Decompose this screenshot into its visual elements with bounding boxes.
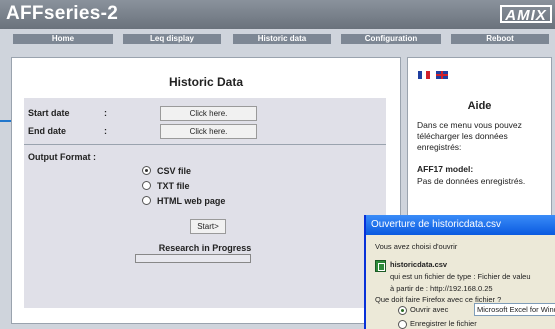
open-with-select[interactable]: Microsoft Excel for Window (474, 303, 555, 316)
dialog-source: à partir de : http://192.168.0.25 (390, 284, 493, 293)
save-file-label: Enregistrer le fichier (410, 319, 477, 328)
english-flag-icon[interactable] (436, 71, 448, 79)
dialog-title: Ouverture de historicdata.csv (371, 219, 502, 230)
help-text: Dans ce menu vous pouvez télécharger les… (417, 120, 522, 152)
dialog-filetype: qui est un fichier de type : Fichier de … (390, 272, 531, 281)
format-html-label: HTML web page (157, 196, 226, 206)
radio-csv[interactable] (142, 166, 151, 175)
start-button[interactable]: Start> (190, 219, 226, 234)
research-progress-bar (135, 254, 251, 263)
nav-bar: Home Leq display Historic data Configura… (0, 29, 555, 53)
nav-leq-display[interactable]: Leq display (123, 34, 221, 44)
dialog-titlebar[interactable]: Ouverture de historicdata.csv (366, 215, 555, 235)
help-model-text: Pas de données enregistrés. (417, 176, 526, 186)
end-date-button[interactable]: Click here. (160, 124, 257, 139)
start-date-colon: : (104, 108, 107, 118)
app-title: AFFseries-2 (6, 3, 119, 24)
historic-data-panel: Historic Data Start date : Click here. E… (11, 57, 401, 324)
format-option-csv[interactable]: CSV file (142, 166, 191, 176)
nav-configuration[interactable]: Configuration (341, 34, 441, 44)
help-model-label: AFF17 model: (417, 164, 474, 174)
nav-home[interactable]: Home (13, 34, 113, 44)
french-flag-icon[interactable] (418, 71, 430, 79)
output-format-text: Output Format (28, 152, 91, 162)
format-csv-label: CSV file (157, 166, 192, 176)
format-txt-label: TXT file (157, 181, 190, 191)
dialog-chosen-text: Vous avez choisi d'ouvrir (375, 242, 458, 251)
open-with-label: Ouvrir avec (410, 305, 449, 314)
nav-reboot[interactable]: Reboot (451, 34, 549, 44)
divider (24, 144, 386, 145)
historic-form: Start date : Click here. End date : Clic… (24, 98, 386, 308)
radio-txt[interactable] (142, 181, 151, 190)
nav-historic-data[interactable]: Historic data (233, 34, 331, 44)
open-with-radio[interactable] (398, 306, 407, 315)
end-date-label: End date (28, 126, 67, 136)
start-date-button[interactable]: Click here. (160, 106, 257, 121)
output-format-label: Output Format : (28, 152, 96, 162)
amix-logo: AMIX (500, 5, 552, 24)
app-header: AFFseries-2 AMIX (0, 0, 555, 29)
download-dialog: Ouverture de historicdata.csv Vous avez … (364, 215, 555, 329)
output-format-colon: : (93, 152, 97, 162)
start-date-label: Start date (28, 108, 70, 118)
format-option-html[interactable]: HTML web page (142, 196, 225, 206)
dialog-filename: historicdata.csv (390, 260, 448, 269)
excel-file-icon (375, 260, 386, 272)
radio-html[interactable] (142, 196, 151, 205)
panel-title: Historic Data (168, 75, 244, 89)
help-title: Aide (467, 100, 492, 112)
research-status: Research in Progress (158, 243, 252, 253)
save-file-radio[interactable] (398, 320, 407, 329)
format-option-txt[interactable]: TXT file (142, 181, 190, 191)
end-date-colon: : (104, 126, 107, 136)
